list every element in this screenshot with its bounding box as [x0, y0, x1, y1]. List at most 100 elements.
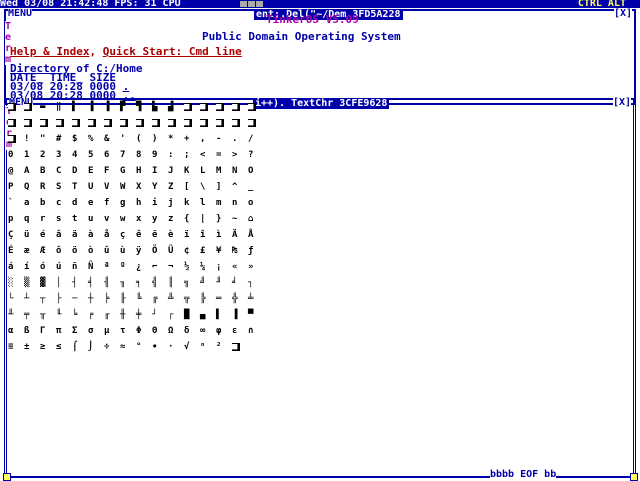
- close-button[interactable]: [X]: [612, 98, 631, 108]
- charmap-cell: |: [200, 214, 206, 224]
- charmap-cell: ⌐: [152, 262, 158, 272]
- charmap-cell: ▛: [120, 102, 126, 112]
- charmap-cell: ╚: [136, 294, 142, 304]
- charmap-cell: y: [152, 214, 158, 224]
- charmap-cell: h: [136, 198, 142, 208]
- charmap-cell: ┐: [248, 278, 254, 288]
- charmap-cell: M: [216, 166, 222, 176]
- charmap-cell: @: [8, 166, 14, 176]
- charmap-cell: L: [200, 166, 206, 176]
- charmap-cell: o: [248, 198, 254, 208]
- help-index-link[interactable]: Help & Index: [10, 45, 89, 58]
- charmap-cell: ┤: [72, 278, 78, 288]
- charmap-cell: ₧: [232, 246, 238, 256]
- charmap-cell: ╤: [24, 310, 30, 320]
- charmap-row: ■ ■ ▬ ‖ ▌ ▐ ▐ ▛ ▜ ▙ ▟ ■ ■ ■ ■ ■: [8, 102, 264, 118]
- charmap-cell: u: [88, 214, 94, 224]
- charmap-cell: ■: [184, 102, 200, 118]
- charmap-cell: [248, 342, 264, 358]
- charmap-cell: »: [248, 262, 254, 272]
- charmap-cell: m: [216, 198, 222, 208]
- charmap-cell: z: [168, 214, 174, 224]
- charmap-cell: q: [24, 214, 30, 224]
- quick-start-link[interactable]: Quick Start: Cmd line: [103, 45, 242, 58]
- charmap-cell: ²: [216, 342, 222, 352]
- charmap-row: Éæ Æô ö ò û ù ÿ Ö Ü ¢ £ ¥ ₧ ƒ: [8, 246, 264, 262]
- charmap-cell: Γ: [40, 326, 46, 336]
- charmap-cell: +: [184, 134, 190, 144]
- eof-status: bbbb EOF bb: [490, 469, 557, 480]
- charmap-cell: c: [56, 198, 62, 208]
- charmap-cell: æ: [24, 246, 30, 256]
- charmap-cell: ╧: [248, 294, 254, 304]
- charmap-cell: 7: [120, 150, 126, 160]
- charmap-cell: D: [72, 166, 78, 176]
- menu-button[interactable]: MENU: [8, 9, 33, 19]
- charmap-cell: !: [24, 134, 30, 144]
- charmap-row: ■ ■ ■ ■ ■ ■ ■ ■ ■ ■ ■ ■ ■ ■ ■ ■: [8, 118, 264, 134]
- charmap-cell: ¼: [200, 262, 206, 272]
- charmap-cell: ¿: [136, 262, 142, 272]
- charmap-cell: ,: [200, 134, 206, 144]
- charmap-row: P Q R S T U V W X Y Z [\] ^ _: [8, 182, 264, 198]
- charmap-cell: [: [184, 182, 190, 192]
- window-title[interactable]: i++). TextChr 3CFE9628: [253, 99, 390, 109]
- charmap-cell: Æ: [40, 246, 46, 256]
- charmap-cell: ▟: [168, 102, 174, 112]
- charmap-cell: 0: [8, 150, 14, 160]
- charmap-cell: J: [168, 166, 174, 176]
- terminal-window-1[interactable]: MENU ent;.Del("~/Dem 3FD5A228 [X] Term T…: [4, 9, 636, 105]
- charmap-row: 0 1 2 3 4 5 6 7 8 9:; < = >?: [8, 150, 264, 166]
- charmap-cell: 3: [56, 150, 62, 160]
- charmap-cell: ═: [216, 294, 222, 304]
- cpu-meter: [256, 1, 263, 7]
- charmap-cell: O: [248, 166, 254, 176]
- charmap-cell: ╨: [8, 310, 14, 320]
- charmap-cell: ■: [8, 102, 24, 118]
- charmap-cell: ¡: [216, 262, 222, 272]
- top-status-bar: Wed 03/08 21:42:48 FPS: 31 CPU CTRL ALT: [0, 0, 640, 9]
- charmap-cell: R: [40, 182, 46, 192]
- charmap-cell: -: [216, 134, 222, 144]
- charmap-cell: ±: [24, 342, 30, 352]
- charmap-cell: ∞: [200, 326, 206, 336]
- charmap-cell: ╪: [136, 310, 142, 320]
- charmap-cell: ▜: [136, 102, 142, 112]
- charmap-cell: 9: [152, 150, 158, 160]
- charmap-cell: √: [184, 342, 190, 352]
- os-tagline: Public Domain Operating System: [202, 30, 401, 43]
- charmap-cell: ;: [184, 150, 190, 160]
- charmap-cell: ╛: [232, 278, 238, 288]
- charmap-cell: ▐: [88, 102, 94, 112]
- close-button[interactable]: [X]: [613, 9, 632, 19]
- charmap-cell: ┬: [40, 294, 46, 304]
- charmap-cell: ■: [24, 118, 40, 134]
- charmap-cell: τ: [120, 326, 126, 336]
- charmap-cell: ■: [200, 102, 216, 118]
- charmap-cell: _: [248, 182, 254, 192]
- charmap-cell: ┌: [168, 310, 174, 320]
- charmap-cell: g: [120, 198, 126, 208]
- charmap-cell: =: [216, 150, 222, 160]
- charmap-cell: G: [120, 166, 126, 176]
- charmap-cell: >: [232, 150, 238, 160]
- charmap-cell: Ω: [168, 326, 174, 336]
- charmap-cell: %: [88, 134, 94, 144]
- charmap-cell: î: [200, 230, 206, 240]
- charmap-cell: ■: [24, 102, 40, 118]
- charmap-cell: ÷: [104, 342, 110, 352]
- character-map-grid: ■ ■ ▬ ‖ ▌ ▐ ▐ ▛ ▜ ▙ ▟ ■ ■ ■ ■ ■ ■ ■ ■ ■ ■ ■ ■ ■ ■ ■ ■ ■ ■ ■ ■ ■ ■! " # $% & '…: [8, 102, 264, 358]
- charmap-cell: ■: [232, 118, 248, 134]
- charmap-cell: Ü: [168, 246, 174, 256]
- charmap-cell: ñ: [72, 262, 78, 272]
- charmap-cell: s: [56, 214, 62, 224]
- charmap-cell: Ç: [8, 230, 14, 240]
- charmap-cell: 8: [136, 150, 142, 160]
- charmap-cell: ╜: [216, 278, 222, 288]
- charmap-cell: ä: [72, 230, 78, 240]
- charmap-cell: Σ: [72, 326, 78, 336]
- charmap-cell: ∩: [248, 326, 254, 336]
- charmap-cell: å: [104, 230, 110, 240]
- charmap-cell: d: [72, 198, 78, 208]
- charmap-cell: ╥: [40, 310, 46, 320]
